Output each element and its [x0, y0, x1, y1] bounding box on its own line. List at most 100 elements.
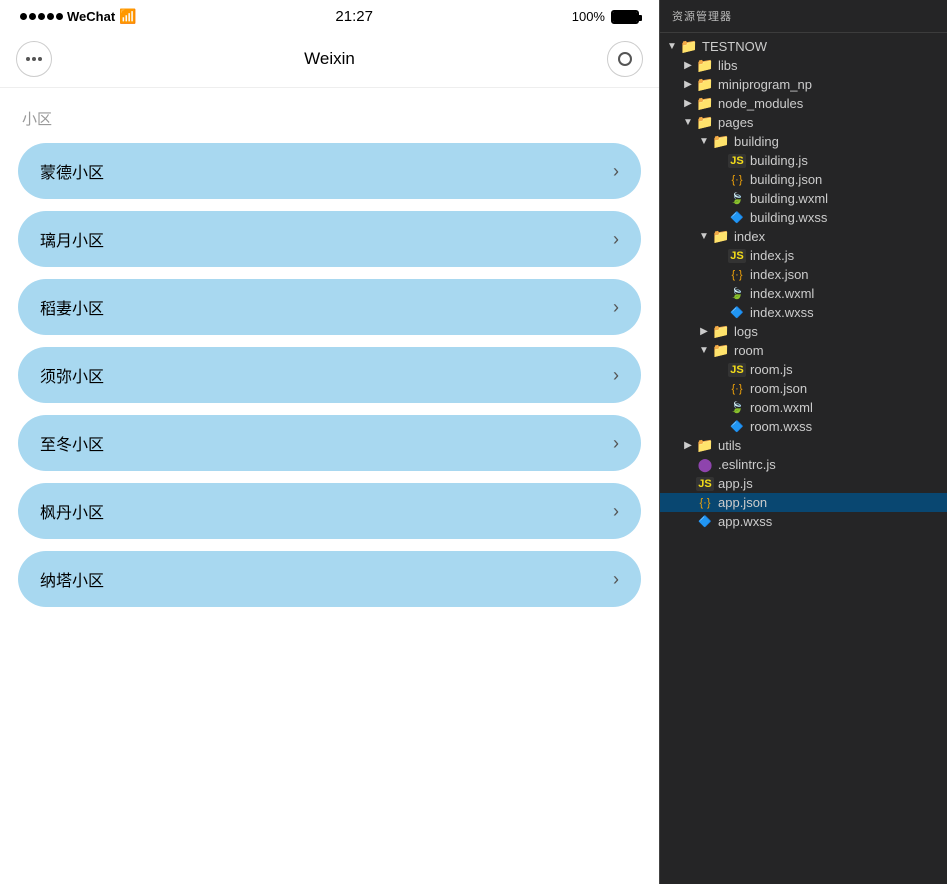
- index-wxss-label: index.wxss: [750, 305, 814, 320]
- tree-app-json[interactable]: {·} app.json: [660, 493, 947, 512]
- eslintrc-icon: ⬤: [696, 458, 714, 472]
- eslintrc-label: .eslintrc.js: [718, 457, 776, 472]
- pages-folder-icon: 📁: [696, 116, 714, 130]
- tree-pages[interactable]: ▼ 📁 pages: [660, 113, 947, 132]
- libs-folder-icon: 📁: [696, 59, 714, 73]
- building-json-icon: {·}: [728, 173, 746, 187]
- building-folder-icon: 📁: [712, 135, 730, 149]
- list-item-5[interactable]: 枫丹小区 ›: [18, 483, 641, 539]
- tree-room[interactable]: ▼ 📁 room: [660, 341, 947, 360]
- chevron-right-icon-0: ›: [613, 161, 619, 182]
- index-json-label: index.json: [750, 267, 809, 282]
- app-wxss-label: app.wxss: [718, 514, 772, 529]
- list-item-text-3: 须弥小区: [40, 363, 104, 387]
- nav-record-button[interactable]: [607, 41, 643, 77]
- tree-room-wxss[interactable]: 🔷 room.wxss: [660, 417, 947, 436]
- node-modules-folder-icon: 📁: [696, 97, 714, 111]
- tree-app-wxss[interactable]: 🔷 app.wxss: [660, 512, 947, 531]
- nav-dot-2: [32, 57, 36, 61]
- tree-building-wxml[interactable]: 🍃 building.wxml: [660, 189, 947, 208]
- signal-dots: [20, 13, 63, 20]
- building-js-label: building.js: [750, 153, 808, 168]
- building-arrow: ▼: [696, 136, 712, 147]
- tree-index-wxss[interactable]: 🔷 index.wxss: [660, 303, 947, 322]
- index-json-icon: {·}: [728, 268, 746, 282]
- battery-fill: [613, 12, 637, 22]
- nav-more-button[interactable]: [16, 41, 52, 77]
- room-js-icon: JS: [728, 363, 746, 377]
- root-arrow: ▼: [664, 41, 680, 52]
- tree-logs[interactable]: ▶ 📁 logs: [660, 322, 947, 341]
- node-modules-arrow: ▶: [680, 98, 696, 109]
- pages-label: pages: [718, 115, 753, 130]
- list-item-text-4: 至冬小区: [40, 431, 104, 455]
- tree-room-wxml[interactable]: 🍃 room.wxml: [660, 398, 947, 417]
- nav-title: Weixin: [304, 49, 355, 69]
- tree-root[interactable]: ▼ 📁 TESTNOW: [660, 37, 947, 56]
- tree-miniprogram[interactable]: ▶ 📁 miniprogram_np: [660, 75, 947, 94]
- status-left: WeChat 📶: [20, 8, 137, 25]
- wifi-icon: 📶: [119, 8, 136, 25]
- building-wxml-label: building.wxml: [750, 191, 828, 206]
- utils-arrow: ▶: [680, 440, 696, 451]
- list-item-1[interactable]: 璃月小区 ›: [18, 211, 641, 267]
- battery-percent: 100%: [572, 9, 605, 24]
- app-wxss-icon: 🔷: [696, 515, 714, 529]
- index-folder-icon: 📁: [712, 230, 730, 244]
- tree-index-js[interactable]: JS index.js: [660, 246, 947, 265]
- status-time: 21:27: [335, 8, 373, 25]
- tree-building-wxss[interactable]: 🔷 building.wxss: [660, 208, 947, 227]
- room-wxml-icon: 🍃: [728, 401, 746, 415]
- tree-app-js[interactable]: JS app.js: [660, 474, 947, 493]
- tree-room-json[interactable]: {·} room.json: [660, 379, 947, 398]
- signal-dot-2: [29, 13, 36, 20]
- panel-title: 资源管理器: [660, 0, 947, 33]
- record-icon: [618, 52, 632, 66]
- signal-dot-3: [38, 13, 45, 20]
- room-json-label: room.json: [750, 381, 807, 396]
- section-title: 小区: [18, 108, 641, 129]
- tree-index[interactable]: ▼ 📁 index: [660, 227, 947, 246]
- tree-libs[interactable]: ▶ 📁 libs: [660, 56, 947, 75]
- room-json-icon: {·}: [728, 382, 746, 396]
- list-item-2[interactable]: 稻妻小区 ›: [18, 279, 641, 335]
- list-item-4[interactable]: 至冬小区 ›: [18, 415, 641, 471]
- libs-label: libs: [718, 58, 738, 73]
- list-item-text-2: 稻妻小区: [40, 295, 104, 319]
- room-js-label: room.js: [750, 362, 793, 377]
- list-item-3[interactable]: 须弥小区 ›: [18, 347, 641, 403]
- tree-index-json[interactable]: {·} index.json: [660, 265, 947, 284]
- app-js-icon: JS: [696, 477, 714, 491]
- tree-utils[interactable]: ▶ 📁 utils: [660, 436, 947, 455]
- tree-room-js[interactable]: JS room.js: [660, 360, 947, 379]
- list-item-0[interactable]: 蒙德小区 ›: [18, 143, 641, 199]
- nav-dot-3: [38, 57, 42, 61]
- signal-dot-1: [20, 13, 27, 20]
- index-js-icon: JS: [728, 249, 746, 263]
- tree-building[interactable]: ▼ 📁 building: [660, 132, 947, 151]
- building-wxss-label: building.wxss: [750, 210, 827, 225]
- list-item-6[interactable]: 纳塔小区 ›: [18, 551, 641, 607]
- tree-index-wxml[interactable]: 🍃 index.wxml: [660, 284, 947, 303]
- root-label: TESTNOW: [702, 39, 767, 54]
- index-wxss-icon: 🔷: [728, 306, 746, 320]
- room-wxml-label: room.wxml: [750, 400, 813, 415]
- building-wxss-icon: 🔷: [728, 211, 746, 225]
- index-wxml-label: index.wxml: [750, 286, 814, 301]
- building-wxml-icon: 🍃: [728, 192, 746, 206]
- tree-building-js[interactable]: JS building.js: [660, 151, 947, 170]
- app-json-icon: {·}: [696, 496, 714, 510]
- list-item-text-6: 纳塔小区: [40, 567, 104, 591]
- root-folder-icon: 📁: [680, 40, 698, 54]
- pages-arrow: ▼: [680, 117, 696, 128]
- tree-building-json[interactable]: {·} building.json: [660, 170, 947, 189]
- tree-node-modules[interactable]: ▶ 📁 node_modules: [660, 94, 947, 113]
- room-arrow: ▼: [696, 345, 712, 356]
- node-modules-label: node_modules: [718, 96, 803, 111]
- chevron-right-icon-4: ›: [613, 433, 619, 454]
- nav-dot-1: [26, 57, 30, 61]
- chevron-right-icon-2: ›: [613, 297, 619, 318]
- logs-label: logs: [734, 324, 758, 339]
- tree-eslintrc[interactable]: ⬤ .eslintrc.js: [660, 455, 947, 474]
- index-js-label: index.js: [750, 248, 794, 263]
